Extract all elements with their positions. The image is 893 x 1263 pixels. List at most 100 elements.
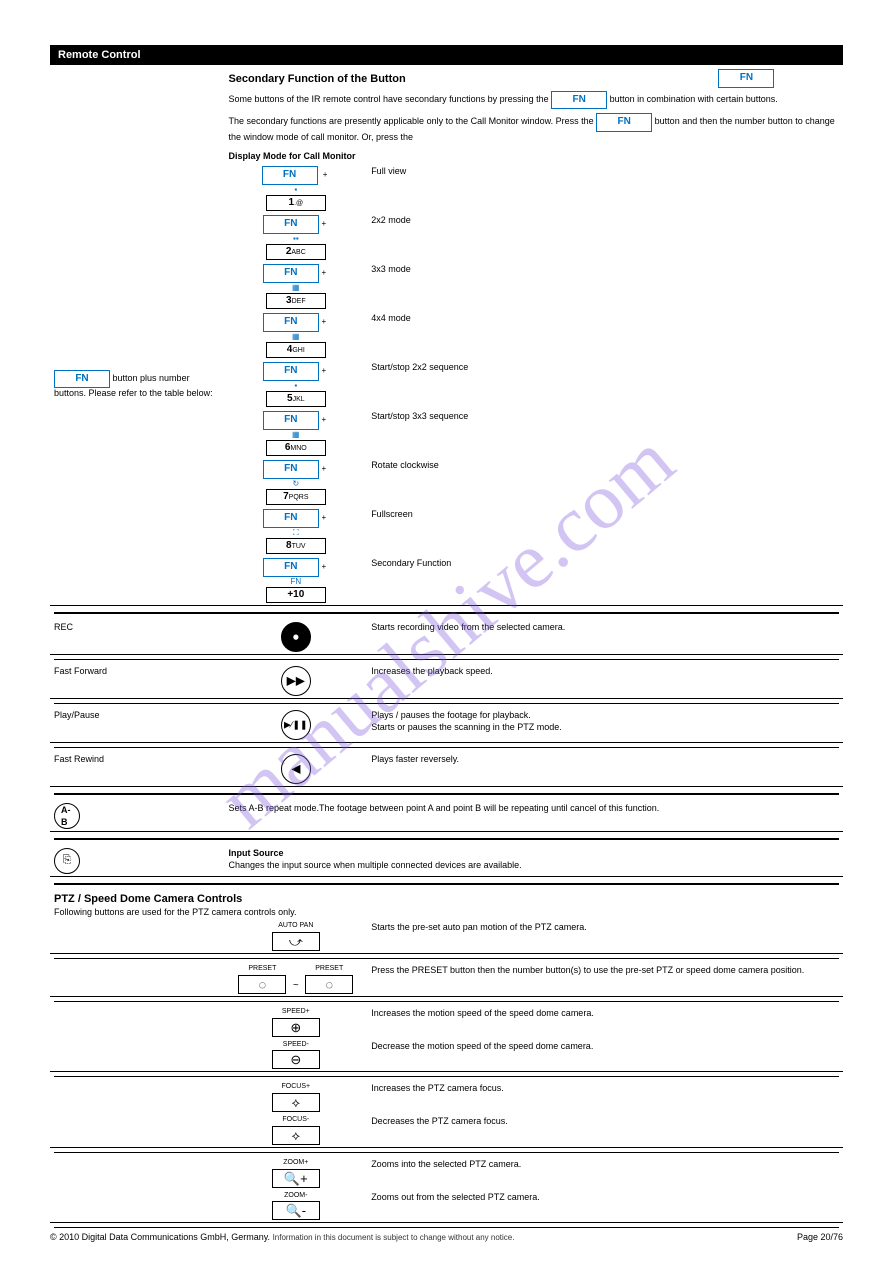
ab-desc: Sets A-B repeat mode.The footage between… xyxy=(224,801,843,832)
autopan-label: AUTO PAN xyxy=(272,922,320,931)
zoom-minus-label: ZOOM- xyxy=(272,1192,320,1201)
fn-key-row-1[interactable]: FN xyxy=(262,166,318,185)
rec-name: REC xyxy=(50,620,224,655)
footer-right: Page 20/76 xyxy=(797,1232,843,1242)
ptz-head: PTZ / Speed Dome Camera Controls xyxy=(54,893,242,905)
num-key-plus10[interactable]: +10 xyxy=(266,587,326,604)
speed-plus-button[interactable]: ⊕ xyxy=(272,1018,320,1037)
fn-key-row-2[interactable]: FN xyxy=(263,215,319,234)
fr-desc: Plays faster reversely. xyxy=(367,752,843,787)
speed-plus-label: SPEED+ xyxy=(272,1008,320,1017)
footer-left: © 2010 Digital Data Communications GmbH,… xyxy=(50,1232,273,1242)
fast-forward-icon[interactable]: ▶▶ xyxy=(281,666,311,696)
ab-icon[interactable]: A-B xyxy=(54,803,80,829)
zoom-minus-button[interactable]: 🔍- xyxy=(272,1201,320,1220)
preset-label-1: PRESET xyxy=(238,965,286,974)
ff-desc: Increases the playback speed. xyxy=(367,664,843,699)
icon-4x4: ▦ xyxy=(228,332,363,342)
header-bar: Remote Control xyxy=(50,45,843,65)
ptz-intro: Following buttons are used for the PTZ c… xyxy=(54,907,296,917)
fn-key-row-9[interactable]: FN xyxy=(263,558,319,577)
fn-key-inline-2: FN xyxy=(596,113,652,132)
num-desc-2: 2x2 mode xyxy=(367,213,843,262)
plus-icon: + xyxy=(320,170,330,180)
focus-plus-button[interactable]: ⟡ xyxy=(272,1093,320,1112)
speed-minus-button[interactable]: ⊖ xyxy=(272,1050,320,1069)
num-key-8[interactable]: 8TUV xyxy=(266,538,326,555)
fn-key-row-4[interactable]: FN xyxy=(263,313,319,332)
icon-1x1: ▪ xyxy=(228,185,363,195)
fn-key-row-6[interactable]: FN xyxy=(263,411,319,430)
fn-key-row-5[interactable]: FN xyxy=(263,362,319,381)
speed-plus-desc: Increases the motion speed of the speed … xyxy=(367,1006,843,1039)
fn-key-big: FN xyxy=(54,370,110,389)
num-key-4[interactable]: 4GHI xyxy=(266,342,326,359)
icon-seq-sm: ▪ xyxy=(228,381,363,391)
footer: © 2010 Digital Data Communications GmbH,… xyxy=(50,1232,843,1242)
icon-2x2: ▪▪ xyxy=(228,234,363,244)
focus-plus-label: FOCUS+ xyxy=(272,1083,320,1092)
preset-button-2[interactable]: ◌ xyxy=(305,975,353,994)
src-desc: Changes the input source when multiple c… xyxy=(228,860,521,870)
num-key-2[interactable]: 2ABC xyxy=(266,244,326,261)
fn-key-row-7[interactable]: FN xyxy=(263,460,319,479)
num-desc-9: Secondary Function xyxy=(367,556,843,606)
fn-key-inline-1: FN xyxy=(551,91,607,110)
mode-title: Display Mode for Call Monitor xyxy=(224,145,843,164)
preset-button-1[interactable]: ◌ xyxy=(238,975,286,994)
intro-p2a: The secondary functions are presently ap… xyxy=(228,116,596,126)
focus-minus-label: FOCUS- xyxy=(272,1116,320,1125)
num-key-7[interactable]: 7PQRS xyxy=(266,489,326,506)
zoom-plus-label: ZOOM+ xyxy=(272,1159,320,1168)
focus-minus-button[interactable]: ⟡ xyxy=(272,1126,320,1145)
intro-p1a: Some buttons of the IR remote control ha… xyxy=(228,94,551,104)
icon-seq-md: ▦ xyxy=(228,430,363,440)
zoom-plus-desc: Zooms into the selected PTZ camera. xyxy=(367,1157,843,1190)
content-table: Secondary Function of the FN Button Some… xyxy=(50,71,843,1232)
fn-key-row-8[interactable]: FN xyxy=(263,509,319,528)
rec-desc: Starts recording video from the selected… xyxy=(367,620,843,655)
fn-key-row-3[interactable]: FN xyxy=(263,264,319,283)
fn-key-title: FN xyxy=(718,69,774,88)
fn-small-icon: FN xyxy=(228,577,363,587)
sec-title-suffix: Button xyxy=(370,73,405,85)
num-key-3[interactable]: 3DEF xyxy=(266,293,326,310)
num-desc-5: Start/stop 2x2 sequence xyxy=(367,360,843,409)
preset-joiner: ~ xyxy=(293,980,299,991)
fullscreen-icon: ⛶ xyxy=(228,528,363,538)
num-key-5[interactable]: 5JKL xyxy=(266,391,326,408)
sec-title-prefix: Secondary Function of the xyxy=(228,73,370,85)
num-desc-7: Rotate clockwise xyxy=(367,458,843,507)
preset-desc: Press the PRESET button then the number … xyxy=(367,963,843,996)
intro-p1b: button in combination with certain butto… xyxy=(610,94,778,104)
pp-desc-a: Plays / pauses the footage for playback. xyxy=(371,710,839,721)
footer-small: Information in this document is subject … xyxy=(273,1233,515,1242)
src-name: Input Source xyxy=(228,848,283,858)
num-key-6[interactable]: 6MNO xyxy=(266,440,326,457)
zoom-plus-button[interactable]: 🔍+ xyxy=(272,1169,320,1188)
num-desc-8: Fullscreen xyxy=(367,507,843,556)
autopan-desc: Starts the pre-set auto pan motion of th… xyxy=(367,920,843,953)
zoom-minus-desc: Zooms out from the selected PTZ camera. xyxy=(367,1190,843,1223)
fast-rewind-icon[interactable]: ◀ xyxy=(281,754,311,784)
record-icon[interactable]: ● xyxy=(281,622,311,652)
focus-minus-desc: Decreases the PTZ camera focus. xyxy=(367,1114,843,1147)
focus-plus-desc: Increases the PTZ camera focus. xyxy=(367,1081,843,1114)
num-desc-4: 4x4 mode xyxy=(367,311,843,360)
preset-label-2: PRESET xyxy=(305,965,353,974)
num-desc-1: Full view xyxy=(367,164,843,213)
rotate-icon: ↻ xyxy=(228,479,363,489)
pp-name: Play/Pause xyxy=(50,708,224,743)
num-desc-6: Start/stop 3x3 sequence xyxy=(367,409,843,458)
speed-minus-desc: Decrease the motion speed of the speed d… xyxy=(367,1039,843,1072)
num-desc-3: 3x3 mode xyxy=(367,262,843,311)
fr-name: Fast Rewind xyxy=(50,752,224,787)
play-pause-icon[interactable]: ▶∕❚❚ xyxy=(281,710,311,740)
ff-name: Fast Forward xyxy=(50,664,224,699)
autopan-button[interactable]: ⤻ xyxy=(272,932,320,951)
pp-desc-b: Starts or pauses the scanning in the PTZ… xyxy=(371,722,839,733)
num-key-1[interactable]: 1.@ xyxy=(266,195,326,212)
icon-3x3: ▦ xyxy=(228,283,363,293)
input-source-icon[interactable]: ⎘ xyxy=(54,848,80,874)
speed-minus-label: SPEED- xyxy=(272,1041,320,1050)
